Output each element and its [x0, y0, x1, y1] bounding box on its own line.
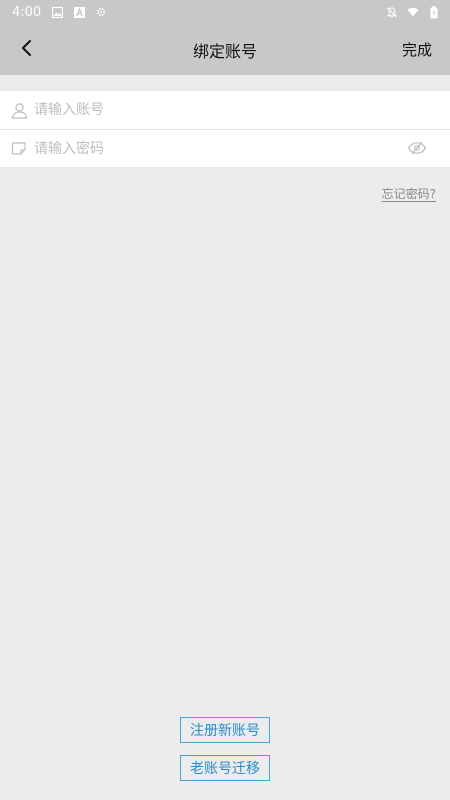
- password-row: [0, 129, 450, 167]
- image-icon: [51, 6, 63, 18]
- back-button[interactable]: [12, 36, 40, 64]
- user-icon: [10, 101, 28, 119]
- app-bar: 绑定账号 完成: [0, 24, 450, 75]
- gear-icon: [95, 6, 107, 18]
- status-right: [386, 5, 440, 18]
- a-icon: [73, 6, 85, 18]
- register-button[interactable]: 注册新账号: [180, 717, 270, 743]
- done-button[interactable]: 完成: [402, 24, 432, 75]
- lock-icon: [10, 140, 28, 158]
- eye-off-icon: [407, 140, 427, 159]
- page-title: 绑定账号: [192, 41, 257, 61]
- toggle-password-visibility-button[interactable]: [406, 139, 428, 159]
- chevron-left-icon: [20, 39, 32, 61]
- notification-off-icon: [386, 6, 398, 18]
- status-time: 4:00: [12, 4, 42, 20]
- migrate-account-button[interactable]: 老账号迁移: [180, 755, 270, 781]
- account-row: [0, 91, 450, 129]
- account-input[interactable]: [34, 95, 374, 125]
- status-bar: 4:00: [0, 0, 450, 24]
- forgot-password-link[interactable]: 忘记密码?: [382, 185, 436, 202]
- wifi-icon: [407, 6, 419, 18]
- password-input[interactable]: [34, 133, 374, 164]
- login-form: [0, 91, 450, 167]
- status-left: 4:00: [12, 5, 107, 20]
- battery-icon: [428, 5, 440, 18]
